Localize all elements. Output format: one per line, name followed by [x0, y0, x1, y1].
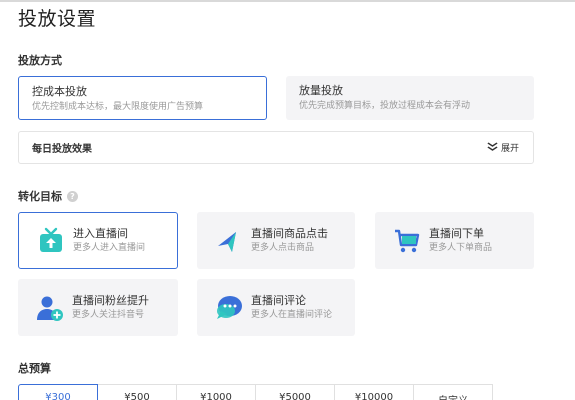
budget-option-300[interactable]: ¥300	[18, 384, 98, 400]
option-desc: 优先控制成本达标，最大限度使用广告预算	[32, 102, 204, 112]
option-desc: 优先完成预算目标，投放过程成本会有浮动	[299, 101, 471, 111]
budget-option-1000[interactable]: ¥1000	[176, 384, 256, 400]
budget-option-10000[interactable]: ¥10000	[334, 384, 414, 400]
delivery-method-label: 投放方式	[18, 52, 62, 68]
double-chevron-down-icon	[487, 142, 499, 154]
goal-desc: 更多人下单商品	[429, 243, 493, 253]
conversion-goal-label-text: 转化目标	[18, 190, 62, 203]
goal-title: 进入直播间	[73, 227, 128, 240]
expand-label: 展开	[500, 144, 519, 154]
option-title: 控成本投放	[32, 85, 87, 98]
top-divider	[0, 0, 575, 2]
delivery-option-cost-control[interactable]: 控成本投放 优先控制成本达标，最大限度使用广告预算	[18, 76, 267, 120]
delivery-method-label-text: 投放方式	[18, 54, 62, 67]
page-title: 投放设置	[18, 8, 97, 30]
goal-title: 直播间粉丝提升	[72, 294, 149, 307]
budget-option-500[interactable]: ¥500	[97, 384, 177, 400]
goal-product-click[interactable]: 直播间商品点击 更多人点击商品	[197, 212, 355, 269]
help-icon[interactable]: ?	[67, 190, 78, 202]
goal-desc: 更多人关注抖音号	[72, 310, 145, 320]
goal-desc: 更多人在直播间评论	[251, 310, 333, 320]
goal-title: 直播间商品点击	[251, 227, 328, 240]
delivery-option-volume[interactable]: 放量投放 优先完成预算目标，投放过程成本会有浮动	[286, 76, 534, 120]
budget-options: ¥300 ¥500 ¥1000 ¥5000 ¥10000 自定义	[18, 384, 493, 400]
goal-title: 直播间下单	[429, 227, 484, 240]
goal-title: 直播间评论	[251, 294, 306, 307]
budget-label: 总预算	[18, 360, 51, 376]
goal-enter-live-room[interactable]: 进入直播间 更多人进入直播间	[18, 212, 178, 269]
daily-effect-label: 每日投放效果	[32, 144, 92, 155]
product-click-icon	[212, 224, 246, 258]
shopping-cart-icon	[390, 224, 424, 258]
daily-effect-panel: 每日投放效果 展开	[18, 131, 534, 164]
goal-desc: 更多人点击商品	[251, 243, 315, 253]
budget-option-custom[interactable]: 自定义	[413, 384, 493, 400]
budget-option-5000[interactable]: ¥5000	[255, 384, 335, 400]
goal-follower-growth[interactable]: 直播间粉丝提升 更多人关注抖音号	[18, 279, 178, 336]
conversion-goal-label: 转化目标 ?	[18, 188, 78, 204]
goal-comment[interactable]: 直播间评论 更多人在直播间评论	[197, 279, 355, 336]
budget-label-text: 总预算	[18, 362, 51, 375]
comment-icon	[212, 291, 246, 325]
expand-button[interactable]: 展开	[487, 141, 519, 154]
goal-place-order[interactable]: 直播间下单 更多人下单商品	[375, 212, 534, 269]
option-title: 放量投放	[299, 84, 343, 97]
add-follower-icon	[33, 291, 67, 325]
goal-desc: 更多人进入直播间	[73, 243, 146, 253]
enter-live-room-icon	[34, 224, 68, 258]
